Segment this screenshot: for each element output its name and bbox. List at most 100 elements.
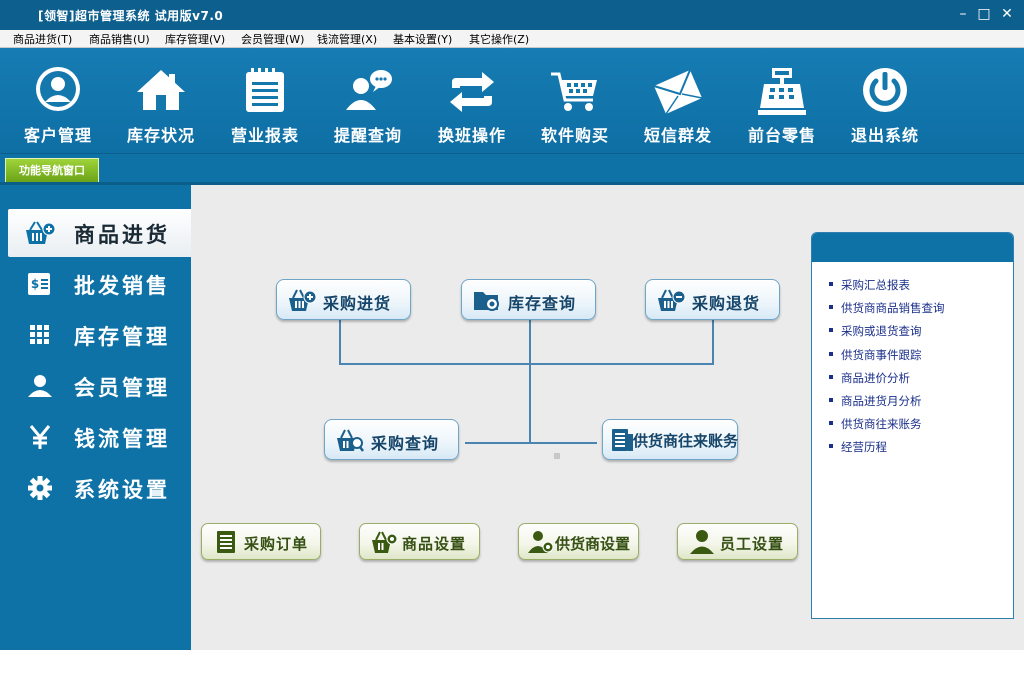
toolbar-sms-broadcast[interactable]: 短信群发	[632, 64, 724, 150]
menu-goods-purchase[interactable]: 商品进货(T)	[13, 31, 72, 47]
cash-register-icon	[758, 68, 806, 115]
maximize-button[interactable]: □	[975, 5, 993, 23]
sidebar-item-wholesale[interactable]: $ 批发销售	[8, 260, 191, 308]
sidebar: 商品进货 $ 批发销售 库存管理 会员管理 钱流管理 系统设置	[0, 185, 191, 650]
toolbar-customer-management[interactable]: 客户管理	[12, 64, 104, 150]
report-link-monthly-purchase-analysis[interactable]: 商品进货月分析	[829, 393, 945, 416]
purchase-order-button[interactable]: 采购订单	[201, 523, 321, 560]
svg-text:$: $	[31, 277, 39, 291]
toolbar-label: 软件购买	[540, 126, 609, 145]
sidebar-item-label: 钱流管理	[74, 427, 170, 451]
toolbar-shift-change[interactable]: 换班操作	[426, 64, 518, 150]
list-doc-icon	[217, 531, 235, 553]
toolbar-stock-status[interactable]: 库存状况	[115, 64, 207, 150]
menu-cashflow[interactable]: 钱流管理(X)	[317, 31, 377, 47]
report-link-purchase-return-query[interactable]: 采购或退货查询	[829, 323, 945, 346]
folder-search-icon	[474, 292, 499, 311]
button-label: 采购查询	[371, 434, 440, 453]
sidebar-item-label: 系统设置	[74, 478, 170, 502]
menu-stock[interactable]: 库存管理(V)	[165, 31, 225, 47]
sidebar-item-label: 库存管理	[74, 325, 170, 349]
report-link-purchase-summary[interactable]: 采购汇总报表	[829, 277, 945, 300]
toolbar-reminder-query[interactable]: 提醒查询	[322, 64, 414, 150]
connector-line	[339, 320, 341, 365]
report-panel-header	[812, 233, 1013, 262]
ledger-icon	[612, 429, 633, 451]
basket-plus-icon	[26, 221, 56, 244]
toolbar-label: 库存状况	[126, 126, 195, 145]
sidebar-item-stock-management[interactable]: 库存管理	[8, 311, 191, 359]
toolbar-label: 营业报表	[230, 126, 299, 145]
window-title: [领智]超市管理系统 试用版v7.0	[38, 9, 224, 23]
tab-function-navigation[interactable]: 功能导航窗口	[5, 158, 99, 182]
basket-minus-icon	[658, 289, 686, 311]
menu-goods-sales[interactable]: 商品销售(U)	[89, 31, 150, 47]
close-button[interactable]: ✕	[998, 5, 1016, 23]
menu-basic-settings[interactable]: 基本设置(Y)	[393, 31, 452, 47]
report-link-purchase-price-analysis[interactable]: 商品进价分析	[829, 370, 945, 393]
grid-icon	[30, 325, 49, 344]
sidebar-item-system-settings[interactable]: 系统设置	[8, 464, 191, 512]
swap-arrows-icon	[450, 72, 494, 112]
yen-icon	[29, 425, 51, 449]
purchase-query-button[interactable]: 采购查询	[324, 419, 459, 460]
button-label: 供货商往来账务	[633, 432, 739, 450]
main-panel: 采购进货 库存查询 采购退货 采购查询 供货商往来账务 采购订单 商品设置 供货…	[191, 185, 1024, 650]
sidebar-item-cashflow[interactable]: 钱流管理	[8, 413, 191, 461]
toolbar-software-purchase[interactable]: 软件购买	[529, 64, 621, 150]
report-panel: 采购汇总报表 供货商商品销售查询 采购或退货查询 供货商事件跟踪 商品进价分析 …	[811, 232, 1014, 619]
person-gear-icon	[528, 531, 554, 553]
menu-other[interactable]: 其它操作(Z)	[469, 31, 529, 47]
toolbar-label: 前台零售	[747, 126, 816, 145]
employee-settings-button[interactable]: 员工设置	[677, 523, 798, 560]
report-link-supplier-goods-sales[interactable]: 供货商商品销售查询	[829, 300, 945, 323]
basket-plus-icon	[289, 289, 317, 311]
supplier-settings-button[interactable]: 供货商设置	[518, 523, 639, 560]
toolbar-label: 客户管理	[23, 126, 92, 145]
purchase-return-button[interactable]: 采购退货	[645, 279, 780, 320]
employee-icon	[690, 530, 714, 554]
sidebar-item-label: 会员管理	[74, 376, 170, 400]
button-label: 采购退货	[692, 294, 761, 313]
purchase-in-button[interactable]: 采购进货	[276, 279, 411, 320]
minimize-button[interactable]: –	[954, 5, 972, 23]
resize-handle	[554, 453, 560, 459]
basket-search-icon	[337, 429, 364, 452]
sidebar-item-goods-purchase[interactable]: 商品进货	[8, 209, 191, 257]
button-label: 商品设置	[402, 535, 467, 553]
receipt-dollar-icon: $	[28, 273, 50, 295]
button-label: 供货商设置	[555, 535, 631, 553]
goods-settings-button[interactable]: 商品设置	[359, 523, 480, 560]
button-label: 员工设置	[720, 535, 785, 553]
connector-line	[465, 442, 597, 444]
supplier-account-button[interactable]: 供货商往来账务	[602, 419, 738, 460]
button-label: 采购订单	[244, 535, 309, 553]
stock-query-button[interactable]: 库存查询	[461, 279, 596, 320]
user-chat-icon	[346, 70, 392, 110]
gear-icon	[28, 476, 52, 500]
connector-line	[339, 363, 714, 365]
user-circle-icon	[36, 67, 80, 111]
person-icon	[28, 375, 52, 397]
sidebar-item-label: 批发销售	[74, 274, 170, 298]
title-bar: [领智]超市管理系统 试用版v7.0 – □ ✕	[0, 0, 1024, 30]
toolbar-label: 换班操作	[437, 126, 506, 145]
connector-line	[529, 320, 531, 444]
connector-line	[712, 320, 714, 365]
button-label: 采购进货	[323, 294, 392, 313]
toolbar-label: 提醒查询	[333, 126, 402, 145]
sidebar-item-member-management[interactable]: 会员管理	[8, 362, 191, 410]
toolbar-exit-system[interactable]: 退出系统	[839, 64, 931, 150]
basket-gear-icon	[372, 531, 398, 553]
report-link-business-history[interactable]: 经营历程	[829, 439, 945, 462]
menu-member[interactable]: 会员管理(W)	[241, 31, 304, 47]
toolbar-business-report[interactable]: 营业报表	[219, 64, 311, 150]
report-link-supplier-event-tracking[interactable]: 供货商事件跟踪	[829, 347, 945, 370]
toolbar-front-retail[interactable]: 前台零售	[736, 64, 828, 150]
menu-bar: 商品进货(T) 商品销售(U) 库存管理(V) 会员管理(W) 钱流管理(X) …	[0, 30, 1024, 48]
button-label: 库存查询	[508, 294, 577, 313]
toolbar: 客户管理 库存状况 营业报表 提醒查询 换班操作 软件购买 短信群发 前台零售 …	[0, 48, 1024, 154]
report-link-supplier-accounts[interactable]: 供货商往来账务	[829, 416, 945, 439]
toolbar-label: 短信群发	[643, 126, 712, 145]
report-list: 采购汇总报表 供货商商品销售查询 采购或退货查询 供货商事件跟踪 商品进价分析 …	[829, 277, 945, 463]
